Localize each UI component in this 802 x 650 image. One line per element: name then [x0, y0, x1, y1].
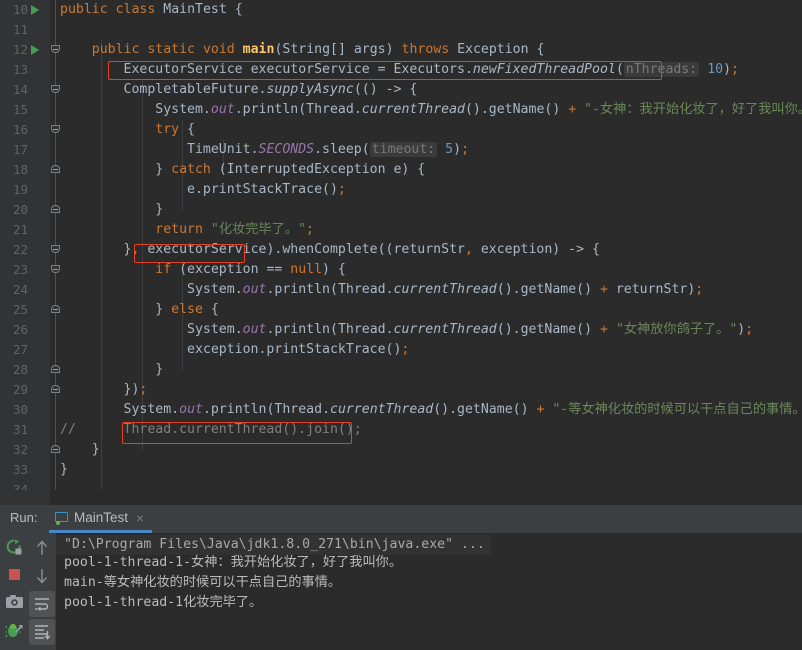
line-number: 24 — [12, 282, 28, 297]
line-number: 27 — [12, 342, 28, 357]
line-number: 32 — [12, 442, 28, 457]
code-line-21[interactable]: return "化妆完毕了。"; — [60, 220, 802, 240]
arrow-down-icon — [36, 569, 48, 584]
line-number: 13 — [12, 62, 28, 77]
code-line-19[interactable]: e.printStackTrace(); — [60, 180, 802, 200]
close-icon[interactable]: × — [136, 510, 144, 526]
rerun-button[interactable] — [1, 535, 27, 561]
console-line: pool-1-thread-1-女神：我开始化妆了，好了我叫你。 — [64, 555, 403, 570]
console-output[interactable]: "D:\Program Files\Java\jdk1.8.0_271\bin\… — [56, 533, 802, 650]
run-label: Run: — [10, 510, 38, 525]
line-number: 33 — [12, 462, 28, 477]
code-line-29[interactable]: }); — [60, 380, 802, 400]
line-number: 12 — [12, 42, 28, 57]
line-number: 18 — [12, 162, 28, 177]
stop-button[interactable] — [1, 561, 27, 587]
line-number: 10 — [12, 2, 28, 17]
line-number: 14 — [12, 82, 28, 97]
soft-wrap-button[interactable] — [29, 591, 55, 617]
console-line: pool-1-thread-1化妆完毕了。 — [64, 595, 263, 610]
run-gutter-icon[interactable] — [31, 45, 39, 55]
thread-dump-icon — [5, 623, 23, 638]
scroll-to-end-icon — [35, 625, 50, 640]
code-line-12[interactable]: public static void main(String[] args) t… — [60, 40, 802, 60]
line-number: 26 — [12, 322, 28, 337]
editor-gutter-bottom-fill — [0, 490, 50, 505]
code-line-16[interactable]: try { — [60, 120, 802, 140]
code-editor[interactable]: 10 11 12 13 14 15 16 17 18 19 20 21 22 23 24 25 26 27 28 29… — [0, 0, 802, 505]
code-line-24[interactable]: System.out.println(Thread.currentThread(… — [60, 280, 802, 300]
code-line-10[interactable]: public class MainTest { — [60, 0, 802, 20]
console-line: main-等女神化妆的时候可以干点自己的事情。 — [64, 575, 342, 590]
scroll-to-end-button[interactable] — [29, 619, 55, 645]
stop-icon — [9, 569, 20, 580]
next-occurrence-button[interactable] — [29, 563, 55, 589]
code-line-22[interactable]: }, executorService).whenComplete((return… — [60, 240, 802, 260]
run-tab-maintest[interactable]: MainTest × — [49, 505, 153, 533]
line-number: 22 — [12, 242, 28, 257]
line-number: 15 — [12, 102, 28, 117]
console-lines: "D:\Program Files\Java\jdk1.8.0_271\bin\… — [56, 533, 802, 613]
code-line-15[interactable]: System.out.println(Thread.currentThread(… — [60, 100, 802, 120]
code-line-13[interactable]: ExecutorService executorService = Execut… — [60, 60, 802, 80]
code-content[interactable]: public class MainTest { public static vo… — [60, 0, 802, 500]
code-line-20[interactable]: } — [60, 200, 802, 220]
line-number: 31 — [12, 422, 28, 437]
ide-window: 10 11 12 13 14 15 16 17 18 19 20 21 22 23 24 25 26 27 28 29… — [0, 0, 802, 650]
soft-wrap-icon — [35, 598, 49, 611]
run-tool-window[interactable]: Run: MainTest × "D:\Program Files\Java\j… — [0, 505, 802, 650]
code-line-17[interactable]: TimeUnit.SECONDS.sleep(timeout: 5); — [60, 140, 802, 160]
line-number: 30 — [12, 402, 28, 417]
code-line-18[interactable]: } catch (InterruptedException e) { — [60, 160, 802, 180]
code-line-32[interactable]: } — [60, 440, 802, 460]
code-line-25[interactable]: } else { — [60, 300, 802, 320]
code-line-11[interactable] — [60, 20, 802, 40]
line-number: 20 — [12, 202, 28, 217]
console-line: "D:\Program Files\Java\jdk1.8.0_271\bin\… — [56, 535, 491, 555]
code-line-23[interactable]: if (exception == null) { — [60, 260, 802, 280]
line-number: 11 — [12, 22, 28, 37]
code-line-14[interactable]: CompletableFuture.supplyAsync(() -> { — [60, 80, 802, 100]
code-line-31[interactable]: // Thread.currentThread().join(); — [60, 420, 802, 440]
line-number: 16 — [12, 122, 28, 137]
print-button[interactable] — [1, 589, 27, 615]
line-number: 28 — [12, 362, 28, 377]
monitor-icon — [55, 511, 68, 525]
line-number: 19 — [12, 182, 28, 197]
rerun-icon — [6, 539, 22, 555]
editor-bottom-fill — [0, 490, 802, 505]
run-tool-header: Run: MainTest × — [0, 505, 802, 533]
run-toolbar-left[interactable] — [0, 533, 28, 650]
line-number: 17 — [12, 142, 28, 157]
camera-icon — [6, 595, 23, 608]
line-number: 23 — [12, 262, 28, 277]
thread-dump-button[interactable] — [1, 617, 27, 643]
line-number: 29 — [12, 382, 28, 397]
code-line-27[interactable]: exception.printStackTrace(); — [60, 340, 802, 360]
line-number: 21 — [12, 222, 28, 237]
code-line-30[interactable]: System.out.println(Thread.currentThread(… — [60, 400, 802, 420]
run-tab-label: MainTest — [74, 510, 129, 525]
run-gutter-icon[interactable] — [31, 5, 39, 15]
arrow-up-icon — [36, 540, 48, 555]
run-toolbar-secondary[interactable] — [28, 533, 56, 650]
prev-occurrence-button[interactable] — [29, 535, 55, 561]
code-line-26[interactable]: System.out.println(Thread.currentThread(… — [60, 320, 802, 340]
line-number: 25 — [12, 302, 28, 317]
code-line-28[interactable]: } — [60, 360, 802, 380]
code-line-33[interactable]: } — [60, 460, 802, 480]
